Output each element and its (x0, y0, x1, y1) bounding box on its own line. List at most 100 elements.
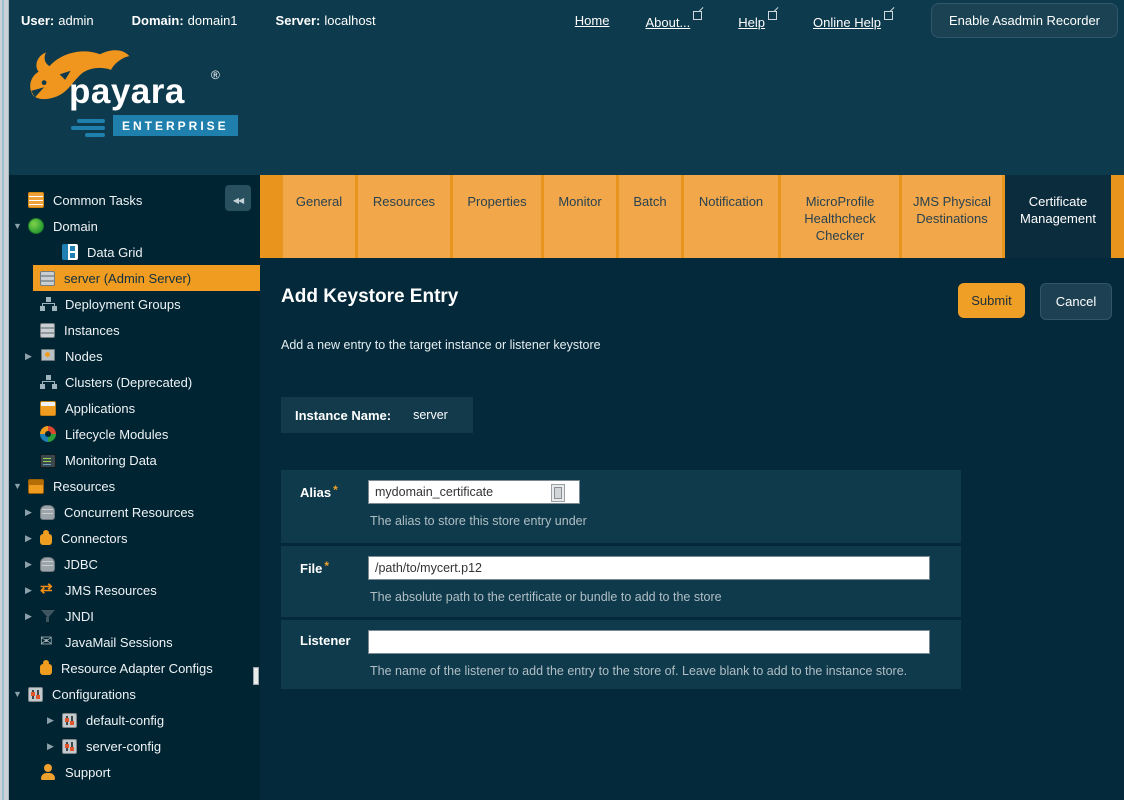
sidebar-item-default-config[interactable]: default-config (9, 707, 260, 733)
sidebar-item-common-tasks[interactable]: Common Tasks (9, 187, 260, 213)
server-value: localhost (324, 13, 375, 28)
about-link[interactable]: About... (645, 11, 702, 30)
file-input[interactable] (368, 556, 930, 580)
tab-jms-physical-destinations[interactable]: JMS Physical Destinations (902, 175, 1002, 258)
server-icon (40, 271, 55, 286)
funnel-icon (40, 608, 56, 624)
registered-mark: ® (211, 68, 220, 82)
enable-asadmin-recorder-button[interactable]: Enable Asadmin Recorder (931, 3, 1118, 38)
tab-properties[interactable]: Properties (453, 175, 541, 258)
sidebar-item-resources[interactable]: Resources (9, 473, 260, 499)
hierarchy-icon (40, 374, 56, 390)
resources-box-icon (28, 479, 44, 494)
tab-batch[interactable]: Batch (619, 175, 681, 258)
sidebar-item-jms-resources[interactable]: JMS Resources (9, 577, 260, 603)
sidebar-item-javamail-sessions[interactable]: JavaMail Sessions (9, 629, 260, 655)
sidebar-item-configurations[interactable]: Configurations (9, 681, 260, 707)
expander-open-icon[interactable] (13, 689, 28, 699)
expander-closed-icon[interactable] (25, 585, 40, 596)
database-icon (40, 505, 55, 520)
user-value: admin (58, 13, 93, 28)
instance-name-label: Instance Name: (295, 408, 391, 423)
connector-puzzle-icon (40, 534, 52, 545)
tab-certificate-management[interactable]: Certificate Management (1005, 175, 1111, 258)
online-help-link[interactable]: Online Help (813, 11, 893, 30)
sidebar-item-concurrent-resources[interactable]: Concurrent Resources (9, 499, 260, 525)
expander-closed-icon[interactable] (25, 559, 40, 570)
domain-info: Domain:domain1 (132, 13, 238, 28)
instance-name-panel: Instance Name: server (281, 397, 473, 433)
applications-icon (40, 401, 56, 416)
sidebar-item-lifecycle-modules[interactable]: Lifecycle Modules (9, 421, 260, 447)
expander-closed-icon[interactable] (47, 715, 62, 726)
tab-monitor[interactable]: Monitor (544, 175, 616, 258)
sliders-icon (62, 739, 77, 754)
collapse-sidebar-button[interactable] (225, 185, 251, 211)
sidebar-item-deployment-groups[interactable]: Deployment Groups (9, 291, 260, 317)
file-label: File* (300, 559, 329, 576)
server-icon (40, 323, 55, 338)
tab-microprofile-healthcheck-checker[interactable]: MicroProfile Healthcheck Checker (781, 175, 899, 258)
sidebar-item-support[interactable]: Support (9, 759, 260, 785)
datagrid-icon (62, 244, 78, 260)
expander-closed-icon[interactable] (47, 741, 62, 752)
sidebar-item-jndi[interactable]: JNDI (9, 603, 260, 629)
tab-resources[interactable]: Resources (358, 175, 450, 258)
expander-closed-icon[interactable] (25, 351, 40, 362)
submit-button[interactable]: Submit (958, 283, 1025, 318)
autofill-indicator-icon[interactable] (551, 484, 565, 502)
sidebar-item-server-config[interactable]: server-config (9, 733, 260, 759)
home-link[interactable]: Home (575, 13, 610, 28)
expander-closed-icon[interactable] (25, 507, 40, 518)
required-asterisk: * (324, 559, 329, 573)
sliders-icon (62, 713, 77, 728)
monitoring-icon (40, 454, 56, 468)
sidebar: Common Tasks Domain Data Grid server (Ad… (9, 175, 260, 800)
scrollbar-line (2, 0, 4, 800)
sidebar-item-data-grid[interactable]: Data Grid (9, 239, 260, 265)
header-bar: User: admin Domain:domain1 Server:localho… (9, 0, 1124, 40)
sidebar-item-server[interactable]: server (Admin Server) (9, 265, 260, 291)
file-field-row: File* The absolute path to the certifica… (281, 546, 961, 617)
expander-open-icon[interactable] (13, 221, 28, 231)
sidebar-scrollbar-thumb[interactable] (253, 667, 259, 685)
expander-closed-icon[interactable] (25, 533, 40, 544)
edition-badge: ENTERPRISE (113, 115, 238, 136)
browser-scrollbar[interactable] (0, 0, 9, 800)
sidebar-item-domain[interactable]: Domain (9, 213, 260, 239)
mail-icon (40, 634, 56, 650)
connector-puzzle-icon (40, 664, 52, 675)
sidebar-item-instances[interactable]: Instances (9, 317, 260, 343)
arrows-icon (40, 582, 56, 598)
navigation-tree: Common Tasks Domain Data Grid server (Ad… (9, 175, 260, 785)
listener-input[interactable] (368, 630, 930, 654)
payara-logo: payara ® ENTERPRISE (23, 46, 253, 151)
page-subtitle: Add a new entry to the target instance o… (281, 338, 601, 352)
tab-general[interactable]: General (283, 175, 355, 258)
content-pane: Add Keystore Entry Submit Cancel Add a n… (260, 258, 1124, 800)
user-label: User: (21, 13, 54, 28)
file-help-text: The absolute path to the certificate or … (370, 590, 722, 604)
sidebar-item-clusters[interactable]: Clusters (Deprecated) (9, 369, 260, 395)
cancel-button[interactable]: Cancel (1040, 283, 1112, 320)
tab-notification[interactable]: Notification (684, 175, 778, 258)
expander-closed-icon[interactable] (25, 611, 40, 622)
expander-open-icon[interactable] (13, 481, 28, 491)
hierarchy-icon (40, 296, 56, 312)
globe-icon (28, 218, 44, 234)
enterprise-bars (77, 119, 105, 140)
alias-input[interactable] (368, 480, 580, 504)
sidebar-item-monitoring-data[interactable]: Monitoring Data (9, 447, 260, 473)
user-info: User: admin (21, 13, 94, 28)
server-label: Server: (276, 13, 321, 28)
domain-value: domain1 (188, 13, 238, 28)
sidebar-item-applications[interactable]: Applications (9, 395, 260, 421)
main-area: General Resources Properties Monitor Bat… (260, 175, 1124, 800)
alias-field-row: Alias* The alias to store this store ent… (281, 470, 961, 543)
sidebar-item-connectors[interactable]: Connectors (9, 525, 260, 551)
sidebar-item-jdbc[interactable]: JDBC (9, 551, 260, 577)
sidebar-item-resource-adapter-configs[interactable]: Resource Adapter Configs (9, 655, 260, 681)
sidebar-item-nodes[interactable]: Nodes (9, 343, 260, 369)
help-link[interactable]: Help (738, 11, 777, 30)
database-icon (40, 557, 55, 572)
